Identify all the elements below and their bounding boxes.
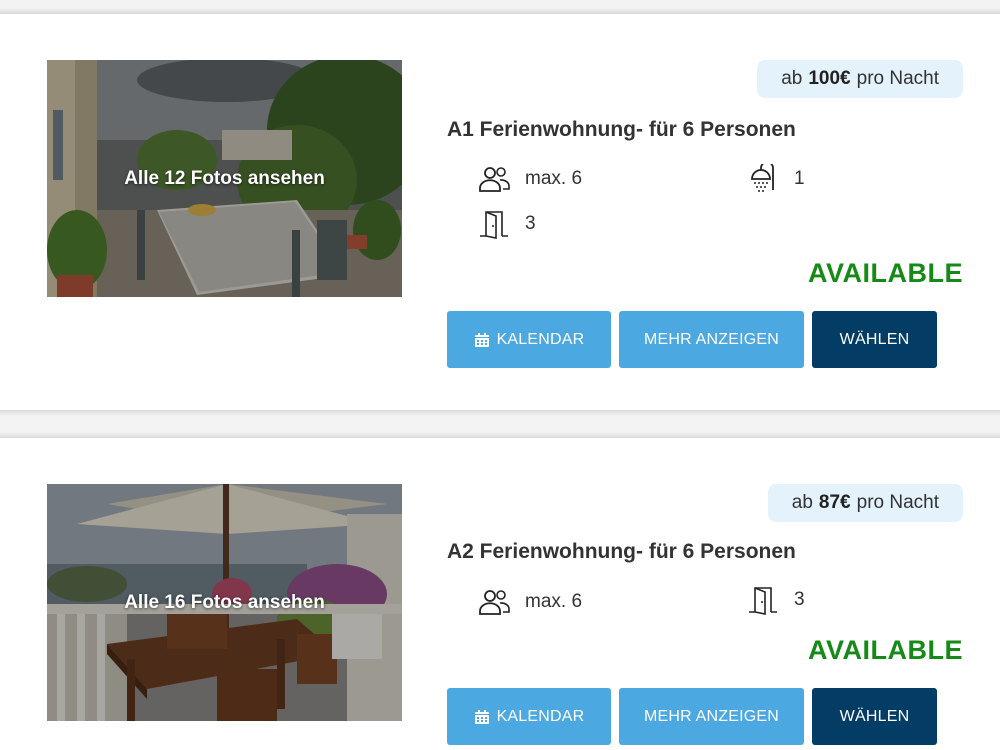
door-icon bbox=[746, 585, 780, 615]
listing-card-a1: Alle 12 Fotos ansehen ab 100€ pro Nacht … bbox=[0, 14, 1000, 410]
users-icon bbox=[477, 164, 511, 194]
show-more-button[interactable]: MEHR ANZEIGEN bbox=[619, 311, 804, 368]
rooms-value: 3 bbox=[794, 589, 805, 610]
section-divider bbox=[0, 410, 1000, 438]
price-badge: ab 87€ pro Nacht bbox=[767, 484, 963, 522]
calendar-button[interactable]: KALENDAR bbox=[447, 311, 611, 368]
listing-title: A1 Ferienwohnung- für 6 Personen bbox=[447, 118, 796, 141]
price-suffix: pro Nacht bbox=[856, 68, 939, 89]
price-amount: 100€ bbox=[808, 68, 851, 89]
calendar-button-label: KALENDAR bbox=[496, 707, 585, 725]
calendar-button[interactable]: KALENDAR bbox=[447, 688, 611, 745]
photo-gallery-a2[interactable]: Alle 16 Fotos ansehen bbox=[47, 484, 402, 721]
shower-icon bbox=[746, 164, 780, 194]
feature-rooms: 3 bbox=[477, 209, 536, 239]
rooms-value: 3 bbox=[525, 213, 536, 234]
price-prefix: ab bbox=[781, 68, 803, 89]
listing-title: A2 Ferienwohnung- für 6 Personen bbox=[447, 540, 796, 563]
calendar-icon bbox=[474, 709, 490, 725]
calendar-icon bbox=[474, 332, 490, 348]
feature-bathrooms: 1 bbox=[746, 164, 805, 194]
availability-status: AVAILABLE bbox=[808, 258, 963, 288]
price-suffix: pro Nacht bbox=[856, 492, 939, 513]
users-icon bbox=[477, 587, 511, 617]
select-button[interactable]: WÄHLEN bbox=[812, 688, 937, 745]
listing-card-a2: Alle 16 Fotos ansehen ab 87€ pro Nacht A… bbox=[0, 438, 1000, 750]
photo-gallery-a1[interactable]: Alle 12 Fotos ansehen bbox=[47, 60, 402, 297]
view-all-photos-link[interactable]: Alle 12 Fotos ansehen bbox=[47, 168, 402, 190]
bathrooms-value: 1 bbox=[794, 168, 805, 189]
show-more-button[interactable]: MEHR ANZEIGEN bbox=[619, 688, 804, 745]
availability-status: AVAILABLE bbox=[808, 635, 963, 665]
guests-value: max. 6 bbox=[525, 591, 583, 612]
feature-guests: max. 6 bbox=[477, 164, 582, 194]
price-amount: 87€ bbox=[818, 492, 851, 513]
top-divider bbox=[0, 0, 1000, 14]
guests-value: max. 6 bbox=[525, 168, 583, 189]
door-icon bbox=[477, 209, 511, 239]
price-badge: ab 100€ pro Nacht bbox=[757, 60, 963, 98]
view-all-photos-link[interactable]: Alle 16 Fotos ansehen bbox=[47, 592, 402, 614]
select-button[interactable]: WÄHLEN bbox=[812, 311, 937, 368]
calendar-button-label: KALENDAR bbox=[496, 330, 585, 348]
feature-rooms: 3 bbox=[746, 585, 805, 615]
feature-guests: max. 6 bbox=[477, 587, 582, 617]
price-prefix: ab bbox=[791, 492, 813, 513]
